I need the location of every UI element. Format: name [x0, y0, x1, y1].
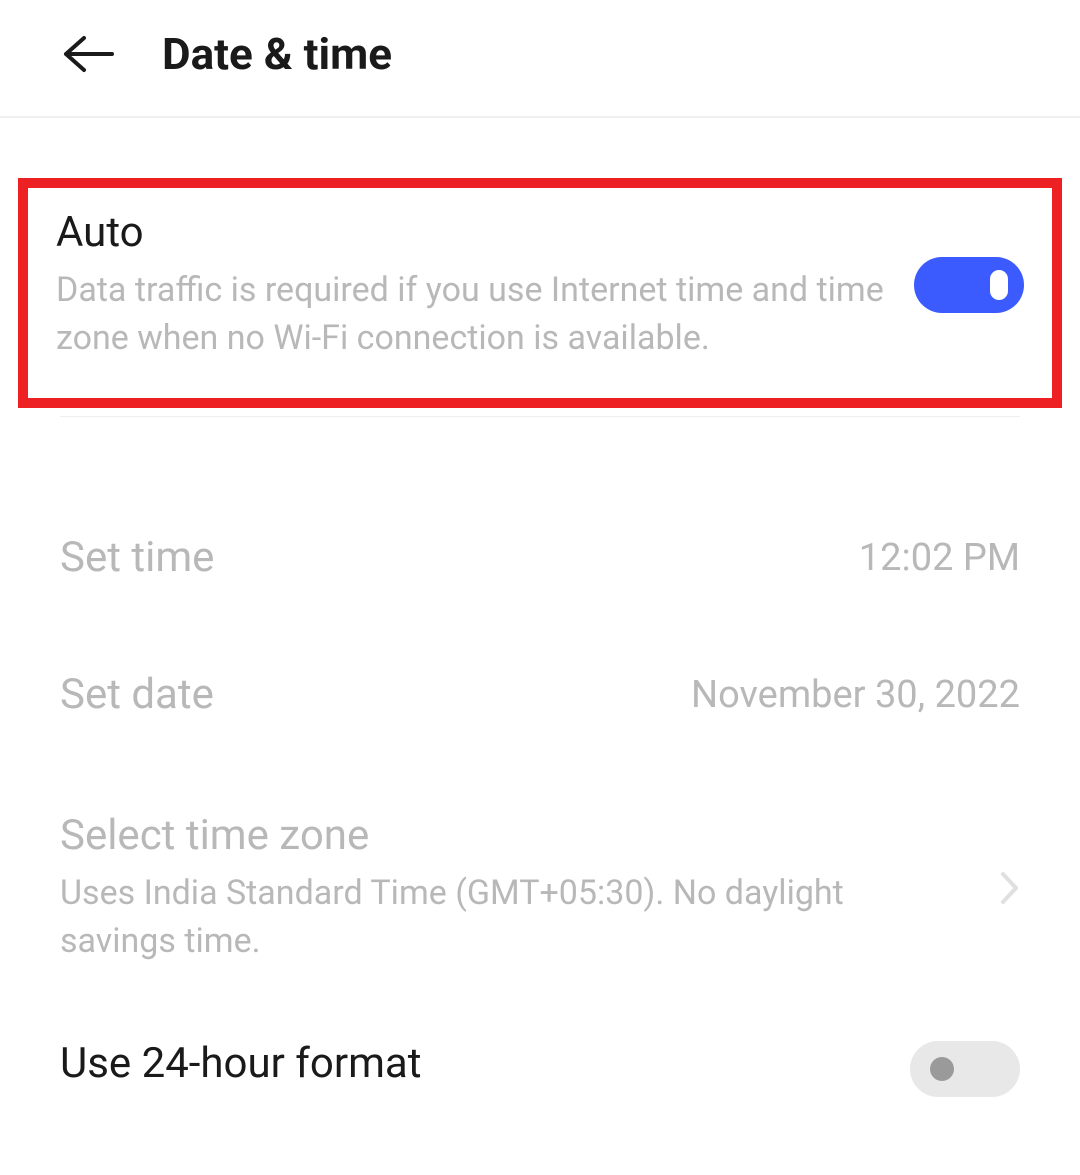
set-time-label: Set time — [60, 533, 214, 582]
page-title: Date & time — [162, 28, 392, 80]
toggle-knob — [930, 1057, 954, 1081]
auto-toggle[interactable] — [914, 257, 1024, 313]
spacer — [0, 417, 1080, 489]
auto-highlight-box: Auto Data traffic is required if you use… — [18, 178, 1062, 408]
time-zone-row[interactable]: Select time zone Uses India Standard Tim… — [0, 763, 1080, 1013]
auto-text: Auto Data traffic is required if you use… — [56, 208, 884, 362]
set-time-row[interactable]: Set time 12:02 PM — [0, 489, 1080, 626]
set-date-label: Set date — [60, 670, 214, 719]
set-time-value: 12:02 PM — [859, 536, 1020, 580]
time-zone-text: Select time zone Uses India Standard Tim… — [60, 811, 980, 965]
header: Date & time — [0, 0, 1080, 118]
auto-title: Auto — [56, 208, 884, 257]
time-zone-description: Uses India Standard Time (GMT+05:30). No… — [60, 870, 880, 965]
auto-description: Data traffic is required if you use Inte… — [56, 267, 884, 362]
content: Auto Data traffic is required if you use… — [0, 118, 1080, 1124]
set-date-row[interactable]: Set date November 30, 2022 — [0, 626, 1080, 763]
chevron-right-icon — [1000, 871, 1020, 905]
auto-row[interactable]: Auto Data traffic is required if you use… — [56, 208, 1024, 362]
hour-format-row[interactable]: Use 24-hour format — [0, 1013, 1080, 1124]
hour-format-label: Use 24-hour format — [60, 1039, 422, 1088]
back-arrow-icon[interactable] — [62, 34, 114, 74]
set-date-value: November 30, 2022 — [691, 673, 1020, 717]
toggle-knob — [990, 270, 1008, 300]
hour-format-toggle[interactable] — [910, 1041, 1020, 1097]
time-zone-label: Select time zone — [60, 811, 980, 860]
